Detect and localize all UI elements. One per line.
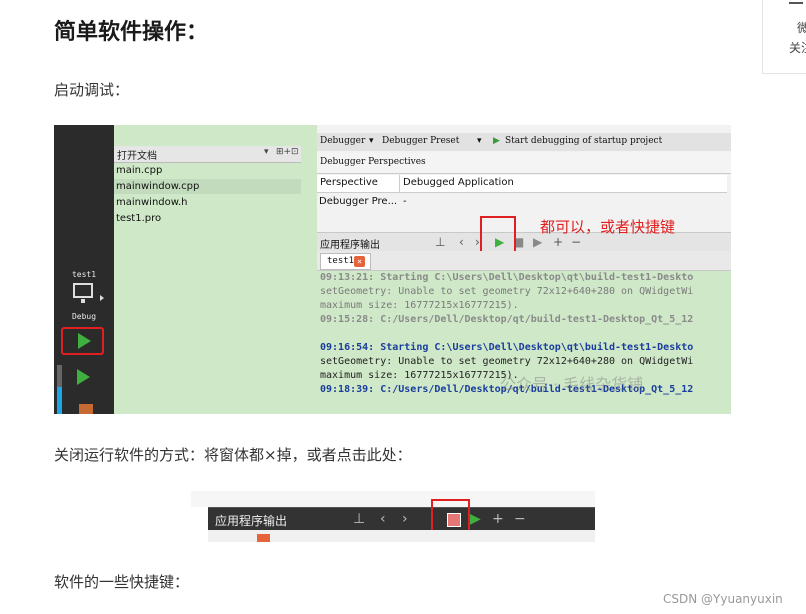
combo-arrow-icon[interactable]: ▾ <box>477 136 482 146</box>
close-icon[interactable] <box>257 534 270 542</box>
qt-creator-screenshot: test1 Debug 打开文档 ▾ ⊞+ ⊡ main.cpp mainwin… <box>54 125 731 414</box>
section-heading: 简单软件操作： <box>54 20 209 45</box>
table-cell: - <box>403 196 407 207</box>
side-widget[interactable]: 微 关注 <box>762 0 806 74</box>
open-documents-title: 打开文档 <box>117 151 157 162</box>
output-line: 09:16:54: Starting C:\Users\Dell\Desktop… <box>320 342 694 353</box>
para-close-method: 关闭运行软件的方式：将窗体都×掉，或者点击此处： <box>54 446 412 464</box>
clean-icon[interactable]: ⊥ <box>435 235 445 249</box>
annotation-text: 都可以，或者快捷键 <box>540 218 676 236</box>
output-toolbar-screenshot: 应用程序输出 ⊥ ‹ › ▶ + − <box>191 491 595 542</box>
debug-attach-icon[interactable]: ▶ <box>470 511 481 527</box>
tab-label: test1 <box>327 256 355 266</box>
perspectives-bar: Debugger Perspectives <box>317 153 731 174</box>
split-icon[interactable]: ⊞+ <box>276 147 291 157</box>
screenshot-top-strip <box>191 491 595 507</box>
prev-icon[interactable]: ‹ <box>459 235 464 249</box>
doc-item[interactable]: mainwindow.h <box>116 197 188 208</box>
footer-watermark: CSDN @Yyuanyuxin <box>663 592 783 606</box>
output-line: 09:15:28: C:/Users/Dell/Desktop/qt/build… <box>320 314 694 325</box>
clean-icon[interactable]: ⊥ <box>353 511 365 527</box>
debugger-combo[interactable]: Debugger <box>320 136 365 146</box>
perspective-table-header: Perspective Debugged Application <box>317 175 727 193</box>
mode-sidebar: test1 Debug <box>54 125 114 414</box>
zoom-out-icon[interactable]: − <box>571 235 581 249</box>
open-documents-header: 打开文档 ▾ ⊞+ ⊡ <box>114 146 301 163</box>
play-icon <box>78 333 91 349</box>
column-header[interactable]: Debugged Application <box>403 177 514 188</box>
column-header[interactable]: Perspective <box>320 177 378 188</box>
perspectives-label: Debugger Perspectives <box>320 157 426 167</box>
project-label: test1 <box>71 270 97 279</box>
open-documents-panel: 打开文档 ▾ ⊞+ ⊡ main.cpp mainwindow.cpp main… <box>114 125 301 414</box>
minimize-icon <box>789 0 803 4</box>
debugger-toolbar: Debugger ▾ Debugger Preset ▾ ▶ Start deb… <box>317 133 731 151</box>
start-debug-label[interactable]: Start debugging of startup project <box>505 136 662 146</box>
doc-item[interactable]: test1.pro <box>116 213 161 224</box>
output-line: 09:13:21: Starting C:\Users\Dell\Desktop… <box>320 272 694 283</box>
zoom-in-icon[interactable]: + <box>492 511 504 527</box>
para-shortcuts: 软件的一些快捷键： <box>54 573 190 591</box>
dropdown-icon[interactable]: ▾ <box>264 147 269 157</box>
doc-item[interactable]: main.cpp <box>116 165 162 176</box>
start-debug-icon[interactable]: ▶ <box>493 136 500 146</box>
build-mode-label: Debug <box>71 312 97 321</box>
highlight-box <box>480 216 516 253</box>
watermark: 公众号 · 毛线杂货铺 <box>500 375 644 394</box>
output-line: maximum size: 16777215x16777215). <box>320 300 519 311</box>
prev-icon[interactable]: ‹ <box>380 511 386 527</box>
progress-track <box>57 365 62 387</box>
debugger-area: Debugger ▾ Debugger Preset ▾ ▶ Start deb… <box>317 125 731 414</box>
preset-combo[interactable]: Debugger Preset <box>382 136 459 146</box>
build-hammer-icon[interactable] <box>79 404 93 414</box>
output-title: 应用程序输出 <box>320 240 380 251</box>
doc-item[interactable]: mainwindow.cpp <box>116 181 199 192</box>
close-panel-icon[interactable]: ⊡ <box>291 147 299 157</box>
debug-attach-icon[interactable]: ▶ <box>533 235 542 249</box>
output-toolbar-dark: 应用程序输出 ⊥ ‹ › ▶ + − <box>208 507 595 530</box>
zoom-out-icon[interactable]: − <box>514 511 526 527</box>
zoom-in-icon[interactable]: + <box>553 235 563 249</box>
next-icon[interactable]: › <box>402 511 408 527</box>
output-tabbar: test1 × <box>317 251 731 271</box>
progress-fill <box>57 387 62 414</box>
side-widget-line1: 微 <box>797 21 806 35</box>
output-line: setGeometry: Unable to set geometry 72x1… <box>320 286 694 297</box>
close-icon[interactable]: × <box>354 256 365 267</box>
output-line: maximum size: 16777215x16777215). <box>320 370 519 381</box>
side-widget-line2: 关注 <box>789 41 806 55</box>
table-row[interactable]: Debugger Pre... - <box>317 194 727 210</box>
output-title: 应用程序输出 <box>215 514 288 528</box>
expand-arrow-icon[interactable] <box>100 295 104 301</box>
output-line: setGeometry: Unable to set geometry 72x1… <box>320 356 694 367</box>
column-divider <box>399 175 400 192</box>
run-button[interactable] <box>61 327 104 355</box>
para-start-debug: 启动调试： <box>54 81 130 99</box>
combo-arrow-icon[interactable]: ▾ <box>369 136 374 146</box>
monitor-icon[interactable] <box>73 283 93 303</box>
tab-test1[interactable]: test1 × <box>320 253 371 270</box>
debug-run-icon[interactable] <box>77 369 90 385</box>
table-cell: Debugger Pre... <box>319 196 398 207</box>
